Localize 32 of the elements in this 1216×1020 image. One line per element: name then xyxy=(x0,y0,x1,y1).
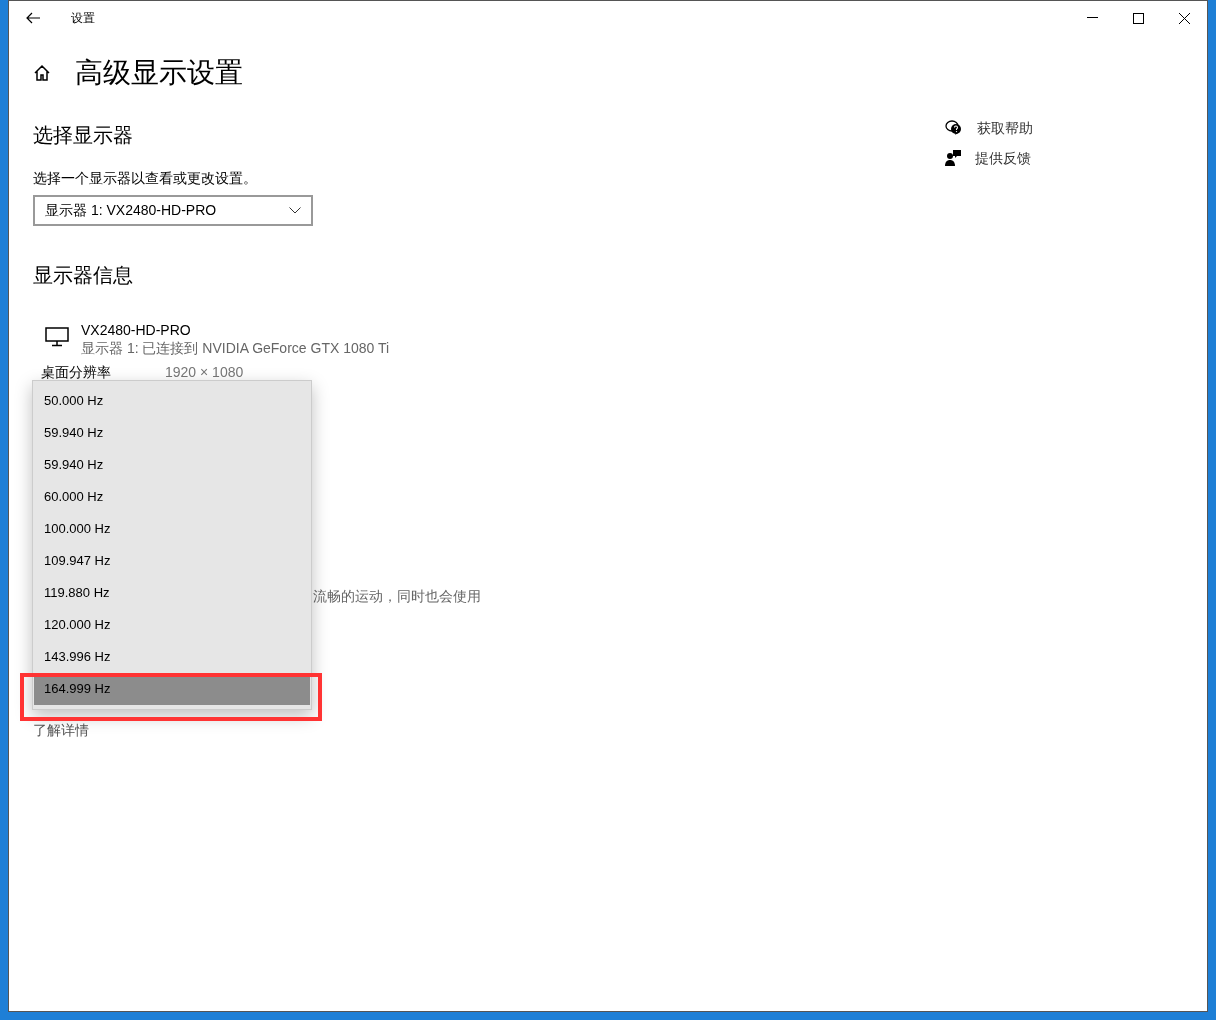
info-label: 桌面分辨率 xyxy=(41,363,112,381)
refresh-rate-option[interactable]: 119.880 Hz xyxy=(33,577,311,609)
learn-more-link[interactable]: 了解详情 xyxy=(33,721,89,739)
chevron-down-icon xyxy=(289,207,301,214)
description-text: 流畅的运动，同时也会使用 xyxy=(313,587,482,605)
refresh-rate-option[interactable]: 143.996 Hz xyxy=(33,641,311,673)
description-text: 选择一个显示器以查看或更改设置。 xyxy=(33,169,258,187)
display-dropdown[interactable]: 显示器 1: VX2480-HD-PRO xyxy=(33,195,313,226)
minimize-icon xyxy=(1086,17,1098,19)
window-title: 设置 xyxy=(71,10,95,27)
refresh-rate-option[interactable]: 59.940 Hz xyxy=(33,417,311,449)
monitor-icon xyxy=(45,327,69,347)
info-value: 1920 × 1080 xyxy=(165,363,244,381)
page-title: 高级显示设置 xyxy=(75,56,243,90)
refresh-rate-option[interactable]: 109.947 Hz xyxy=(33,545,311,577)
monitor-name: VX2480-HD-PRO xyxy=(81,321,192,339)
refresh-rate-option[interactable]: 59.940 Hz xyxy=(33,449,311,481)
back-arrow-icon xyxy=(26,12,40,24)
help-chat-icon xyxy=(945,120,963,136)
refresh-rate-option[interactable]: 120.000 Hz xyxy=(33,609,311,641)
maximize-icon xyxy=(1132,12,1144,24)
refresh-rate-option[interactable]: 100.000 Hz xyxy=(33,513,311,545)
refresh-rate-option[interactable]: 60.000 Hz xyxy=(33,481,311,513)
related-link[interactable]: 提供反馈 xyxy=(975,149,1031,167)
home-icon[interactable] xyxy=(33,64,51,82)
monitor-detail: 显示器 1: 已连接到 NVIDIA GeForce GTX 1080 Ti xyxy=(81,339,390,357)
feedback-person-icon xyxy=(945,150,961,166)
close-icon xyxy=(1178,12,1190,24)
refresh-rate-option[interactable]: 50.000 Hz xyxy=(33,385,311,417)
related-link[interactable]: 获取帮助 xyxy=(977,119,1033,137)
section-heading: 选择显示器 xyxy=(33,123,134,148)
section-heading: 显示器信息 xyxy=(33,263,134,288)
